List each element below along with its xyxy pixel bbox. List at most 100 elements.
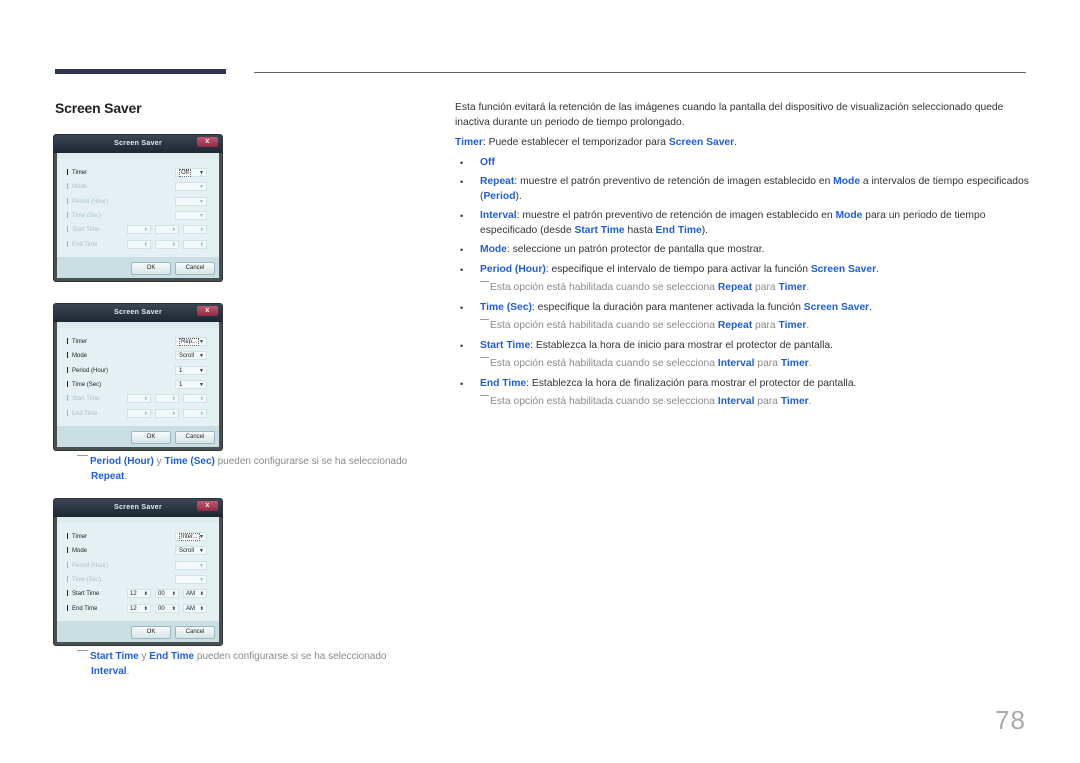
note-dash-icon [77,455,88,456]
text: . [806,282,810,293]
field-label: End Time [72,410,98,417]
spinner-arrows-icon: ⬍ [143,605,148,612]
keyword: Screen Saver [810,263,877,275]
spinner-arrows-icon: ⬍ [143,227,148,234]
field-row-end-time: End Time 12 ⬍ 00 ⬍ AM ⬍ [67,603,209,615]
hour-spinner: ⬍ [127,394,151,404]
keyword: Repeat [717,320,753,331]
note-dash-icon [480,395,489,396]
cancel-button[interactable]: Cancel [175,626,215,639]
spinner-arrows-icon: ⬍ [199,227,204,234]
dialog-body: Timer Rep... ▼ Mode Scroll ▼ Period (Hour) 1 ▼ Ti… [57,322,219,447]
field-label: End Time [72,605,98,612]
spinner-arrows-icon: ⬍ [199,396,204,403]
minute-spinner: ⬍ [155,239,179,249]
field-row-mode: Mode Scroll ▼ [67,350,209,362]
text: para [752,320,779,331]
chevron-down-icon: ▼ [199,367,204,374]
time-sec-select: ▼ [175,574,207,584]
close-button[interactable]: x [197,137,218,147]
screen-saver-dialog-repeat: Screen Saver x Timer Rep... ▼ Mode Scroll ▼ Peri… [54,304,222,450]
note-line: Period (Hour) y Time (Sec) pueden config… [77,454,417,469]
start-time-spinners: 12 ⬍ 00 ⬍ AM ⬍ [127,589,207,599]
text: . [734,137,738,148]
keyword: Interval [91,666,127,677]
keyword: Start Time [480,339,531,351]
spinner-arrows-icon: ⬍ [199,241,204,248]
field-marker [67,183,68,190]
keyword: Mode [833,176,861,187]
select-value: Scroll [179,548,195,555]
dialog-fields: Timer Off ▼ Mode ▼ Period (Hour) ▼ Time (Sec) ▼ S… [57,159,219,269]
time-sec-select[interactable]: 1 ▼ [175,379,207,389]
hour-spinner[interactable]: 12 ⬍ [127,589,151,599]
note-dash-icon [480,319,489,320]
spinner-arrows-icon: ⬍ [171,605,176,612]
keyword: Period (Hour) [90,456,154,467]
list-item: Start Time: Establezca la hora de inicio… [455,339,1030,354]
chevron-down-icon: ▼ [199,562,204,569]
field-row-timer: Timer Rep... ▼ [67,336,209,348]
minute-spinner[interactable]: 00 ⬍ [155,589,179,599]
timer-select[interactable]: Inter... ▼ [175,532,207,541]
field-label: Period (Hour) [72,562,109,569]
text: . [126,666,130,677]
ampm-spinner[interactable]: AM ⬍ [183,589,207,599]
list-item: Repeat: muestre el patrón preventivo de … [455,175,1030,204]
field-row-start-time: Start Time 12 ⬍ 00 ⬍ AM ⬍ [67,588,209,600]
note-line: Repeat. [77,469,417,484]
cancel-button[interactable]: Cancel [175,431,215,444]
field-marker [67,395,68,402]
keyword: Screen Saver [668,137,735,148]
section-title: Screen Saver [55,100,142,116]
field-row-end-time: End Time ⬍ ⬍ ⬍ [67,408,209,420]
keyword: End Time [480,377,527,389]
ampm-spinner[interactable]: AM ⬍ [183,603,207,613]
field-label: Start Time [72,591,100,598]
field-row-time-sec: Time (Sec) ▼ [67,574,209,586]
field-row-end-time: End Time ⬍ ⬍ ⬍ [67,239,209,251]
field-marker [67,352,68,359]
keyword: Timer [455,137,483,148]
mode-select[interactable]: Scroll ▼ [175,351,207,361]
time-sec-select: ▼ [175,210,207,220]
text: para [752,282,779,293]
period-hour-select[interactable]: 1 ▼ [175,365,207,375]
chevron-down-icon: ▼ [199,212,204,219]
minute-spinner[interactable]: 00 ⬍ [155,603,179,613]
timer-select[interactable]: Off ▼ [175,168,207,177]
ok-button[interactable]: OK [131,262,171,275]
spinner-arrows-icon: ⬍ [199,605,204,612]
field-marker [67,197,68,204]
screen-saver-dialog-off: Screen Saver x Timer Off ▼ Mode ▼ Period (Hour)… [54,135,222,281]
mode-select[interactable]: Scroll ▼ [175,546,207,556]
text: : muestre el patrón preventivo de retenc… [516,210,836,221]
field-label: Time (Sec) [72,212,102,219]
keyword: Period [483,190,516,202]
close-button[interactable]: x [197,306,218,316]
text: Esta opción está habilitada cuando se se… [490,358,718,369]
dialog-title: Screen Saver x [54,135,222,153]
spinner-arrows-icon: ⬍ [143,410,148,417]
text: : Puede establecer el temporizador para [482,137,669,148]
close-button[interactable]: x [197,501,218,511]
hour-spinner: ⬍ [127,225,151,235]
cancel-button[interactable]: Cancel [175,262,215,275]
text: . [869,301,872,313]
keyword: Start Time [90,651,139,662]
period-hour-select: ▼ [175,560,207,570]
spinner-arrows-icon: ⬍ [171,227,176,234]
note-interval: Start Time y End Time pueden configurars… [77,649,417,679]
dialog-title: Screen Saver x [54,304,222,322]
field-marker [67,380,68,387]
select-value: Rep... [179,338,200,346]
ok-button[interactable]: OK [131,626,171,639]
hour-spinner[interactable]: 12 ⬍ [127,603,151,613]
ok-button[interactable]: OK [131,431,171,444]
text: hasta [624,224,656,236]
field-label: Mode [72,184,88,191]
field-row-start-time: Start Time ⬍ ⬍ ⬍ [67,393,209,405]
keyword: End Time [655,224,702,236]
description-column: Esta función evitará la retención de las… [455,101,1030,415]
timer-select[interactable]: Rep... ▼ [175,337,207,346]
